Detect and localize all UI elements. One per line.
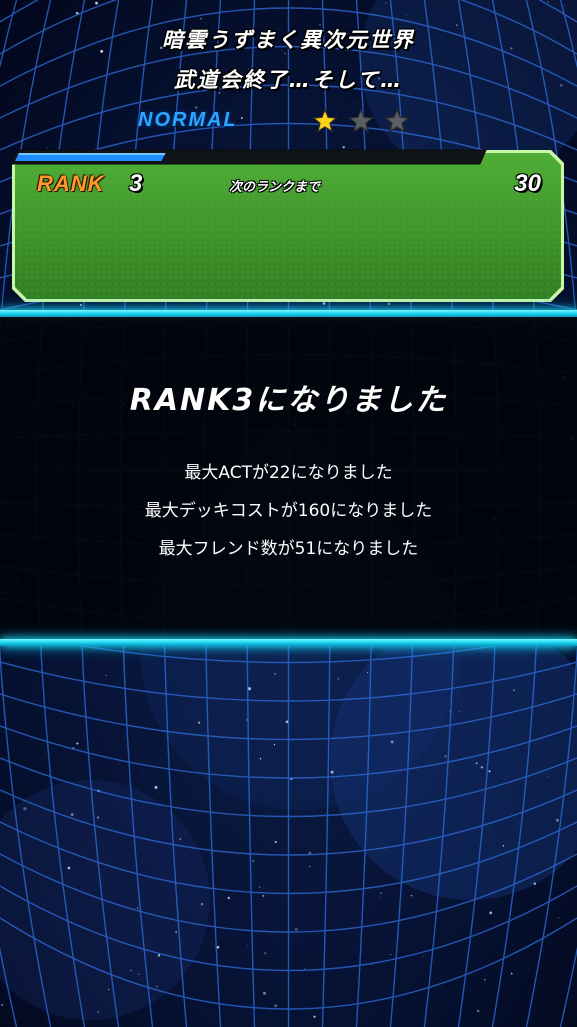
bonus-max-deck-cost: 最大デッキコストが160になりました: [144, 501, 433, 521]
star-icon-1: [312, 108, 338, 133]
star-icon-3: [384, 108, 410, 133]
bonus-max-act: 最大ACTが22になりました: [184, 463, 393, 483]
rank-progress-shine: [18, 153, 166, 155]
difficulty-label: NORMAL: [138, 109, 238, 131]
stage-title-line1: 暗雲うずまく異次元世界: [162, 28, 415, 52]
rank-value: 3: [129, 170, 143, 197]
rank-label: RANK: [37, 171, 105, 196]
next-rank-label: 次のランクまで: [229, 180, 321, 195]
stage-title-line2: 武道会終了…そして…: [173, 68, 404, 92]
rank-panel: RANK 3 次のランクまで 30: [11, 149, 565, 303]
rank-up-title: RANK3になりました: [129, 383, 448, 418]
next-rank-value: 30: [514, 170, 541, 197]
rank-progress-bar: [11, 149, 487, 165]
rank-up-result-band: RANK3になりました 最大ACTが22になりました 最大デッキコストが160に…: [0, 310, 577, 646]
bonus-max-friends: 最大フレンド数が51になりました: [158, 539, 419, 559]
rank-up-result-panel: RANK3になりました 最大ACTが22になりました 最大デッキコストが160に…: [0, 317, 577, 639]
result-top-divider: [0, 310, 577, 317]
result-bottom-divider: [0, 639, 577, 646]
star-icon-2: [348, 108, 374, 133]
